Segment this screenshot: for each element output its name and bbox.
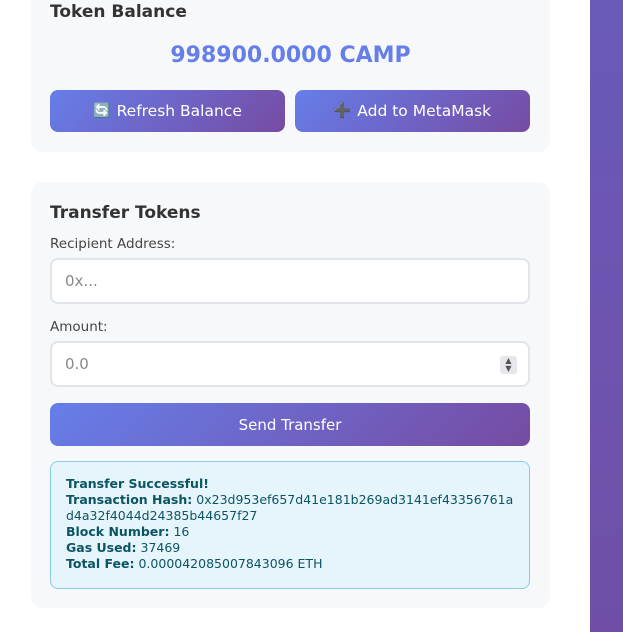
side-panel-strip <box>590 0 623 632</box>
refresh-icon: 🔄 <box>93 103 111 119</box>
token-balance-title: Token Balance <box>50 2 187 22</box>
gas-used-value: 37469 <box>140 540 181 555</box>
token-balance-card: Token Balance 998900.0000 CAMP 🔄 Refresh… <box>31 0 550 152</box>
gas-used-label: Gas Used: <box>66 540 137 555</box>
add-to-metamask-label: Add to MetaMask <box>357 102 492 120</box>
amount-label: Amount: <box>50 319 108 335</box>
transaction-hash-row: Transaction Hash: 0x23d953ef657d41e181b2… <box>66 492 514 524</box>
gas-used-row: Gas Used: 37469 <box>66 540 514 556</box>
result-heading: Transfer Successful! <box>66 476 209 491</box>
send-transfer-button[interactable]: Send Transfer <box>50 403 530 446</box>
transfer-tokens-title: Transfer Tokens <box>50 203 201 223</box>
recipient-address-input[interactable]: 0x... <box>50 258 530 304</box>
total-fee-row: Total Fee: 0.000042085007843096 ETH <box>66 556 514 572</box>
balance-value: 998900.0000 CAMP <box>170 43 411 68</box>
refresh-balance-label: Refresh Balance <box>116 102 242 120</box>
block-number-value: 16 <box>173 524 190 539</box>
block-number-label: Block Number: <box>66 524 170 539</box>
amount-placeholder: 0.0 <box>65 355 89 373</box>
total-fee-label: Total Fee: <box>66 556 135 571</box>
amount-stepper[interactable]: ▲ ▼ <box>500 356 517 374</box>
transaction-hash-label: Transaction Hash: <box>66 492 193 507</box>
amount-input[interactable]: 0.0 ▲ ▼ <box>50 341 530 387</box>
recipient-address-label: Recipient Address: <box>50 236 176 252</box>
plus-icon: ➕ <box>333 103 352 119</box>
recipient-placeholder: 0x... <box>65 272 98 290</box>
block-number-row: Block Number: 16 <box>66 524 514 540</box>
refresh-balance-button[interactable]: 🔄 Refresh Balance <box>50 90 285 132</box>
add-to-metamask-button[interactable]: ➕ Add to MetaMask <box>295 90 530 132</box>
transfer-result-box: Transfer Successful! Transaction Hash: 0… <box>50 461 530 589</box>
chevron-down-icon[interactable]: ▼ <box>505 365 511 373</box>
transfer-tokens-card: Transfer Tokens Recipient Address: 0x...… <box>31 182 550 608</box>
total-fee-value: 0.000042085007843096 ETH <box>138 556 323 571</box>
